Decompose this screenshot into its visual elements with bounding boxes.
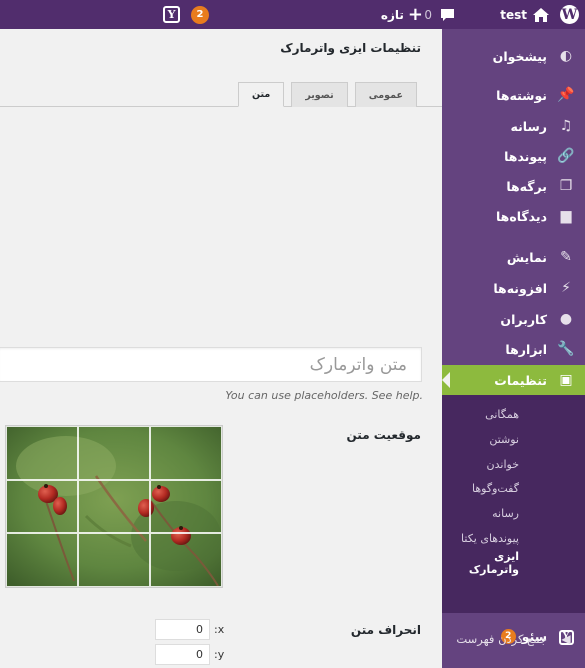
plugins-icon: ⚡: [561, 280, 571, 296]
position-middle-center[interactable]: [78, 479, 150, 534]
position-top-center[interactable]: [78, 426, 150, 480]
sidebar-item-label: پیشخوان: [492, 48, 547, 64]
plus-icon: +: [407, 4, 423, 25]
users-icon: ●: [559, 311, 573, 327]
wordpress-icon: W: [560, 5, 579, 24]
media-icon: ♫: [559, 118, 573, 134]
link-icon: 🔗: [557, 148, 575, 164]
main-content: تنظیمات ایزی واترمارک عمومی تصویر متن مت…: [0, 29, 442, 668]
updates-link[interactable]: 2: [191, 0, 209, 29]
position-middle-left[interactable]: [150, 479, 222, 534]
offset-y-row: 0 :y: [0, 643, 224, 665]
position-bottom-right[interactable]: [6, 533, 78, 587]
offset-y-label: :y: [214, 647, 225, 661]
submenu-item-media[interactable]: رسانه: [442, 501, 585, 525]
sidebar-item-settings[interactable]: ▣ تنظیمات: [442, 365, 585, 395]
sidebar-item-tools[interactable]: 🔧 ابزارها: [442, 334, 585, 364]
position-preview-image: [5, 425, 223, 588]
offset-x-label: :x: [214, 622, 225, 636]
sidebar-item-label: نمایش: [506, 249, 547, 265]
offset-x-row: 0 :x: [0, 618, 224, 640]
sidebar-item-label: افزونه‌ها: [493, 280, 547, 296]
placeholder-help-text: You can use placeholders. See help.: [225, 389, 423, 402]
sidebar-item-media[interactable]: ♫ رسانه: [442, 111, 585, 141]
wordpress-logo-button[interactable]: W: [559, 0, 579, 29]
text-position-label: موقعیت متن: [346, 428, 422, 442]
yoast-seo-button[interactable]: Y: [163, 0, 180, 29]
site-name: test: [500, 7, 527, 22]
text-offset-label: انحراف متن: [350, 623, 421, 637]
position-top-right[interactable]: [6, 426, 78, 480]
position-bottom-left[interactable]: [150, 533, 222, 587]
sidebar-item-label: تنظیمات: [494, 372, 547, 388]
comments-icon: ▆: [560, 208, 572, 224]
pin-icon: 📌: [557, 87, 575, 103]
admin-bar: W test 0 + تازه 2 Y: [0, 0, 585, 29]
sidebar-item-label: کاربران: [500, 311, 547, 327]
sidebar-item-label: رسانه: [510, 118, 547, 134]
tab-image[interactable]: تصویر: [291, 82, 348, 107]
comment-icon: [441, 8, 454, 21]
page-title: تنظیمات ایزی واترمارک: [280, 41, 421, 55]
tab-text[interactable]: متن: [238, 82, 285, 107]
comments-link[interactable]: 0: [424, 0, 455, 29]
sidebar-item-dashboard[interactable]: ◐ پیشخوان: [442, 41, 585, 71]
sidebar-item-users[interactable]: ● کاربران: [442, 304, 585, 334]
dashboard-icon: ◐: [559, 48, 573, 64]
sidebar-item-pages[interactable]: ❐ برگه‌ها: [442, 171, 585, 201]
sidebar-item-label: پیوندها: [504, 148, 547, 164]
collapse-menu-item[interactable]: ◀ جمع کردن فهرست: [442, 624, 585, 654]
settings-tabs: عمومی تصویر متن: [231, 82, 417, 107]
tab-general[interactable]: عمومی: [354, 82, 417, 107]
position-grid: [6, 426, 222, 587]
submenu-item-easy-watermark[interactable]: ایزی واترمارک: [442, 550, 585, 576]
comments-count: 0: [424, 7, 432, 22]
settings-submenu: همگانی نوشتن خواندن گفت‌وگوها رسانه پیون…: [442, 395, 585, 613]
sidebar-item-label: ابزارها: [505, 341, 547, 357]
home-icon: [533, 7, 549, 22]
sidebar-item-label: دیدگاه‌ها: [495, 208, 547, 224]
position-top-left[interactable]: [150, 426, 222, 480]
sidebar-item-plugins[interactable]: ⚡ افزونه‌ها: [442, 273, 585, 303]
collapse-arrow-icon: ◀: [561, 632, 571, 646]
position-middle-right[interactable]: [6, 479, 78, 534]
submenu-item-permalinks[interactable]: پیوندهای یکتا: [442, 526, 585, 550]
settings-icon: ▣: [559, 372, 573, 388]
new-label: تازه: [380, 7, 404, 22]
watermark-text-input[interactable]: متن واترمارک: [0, 347, 422, 382]
new-content-button[interactable]: + تازه: [381, 0, 423, 29]
offset-x-input[interactable]: 0: [155, 618, 210, 640]
tools-icon: 🔧: [557, 341, 575, 357]
submenu-item-writing[interactable]: نوشتن: [442, 427, 585, 451]
position-bottom-center[interactable]: [78, 533, 150, 587]
sidebar-item-posts[interactable]: 📌 نوشته‌ها: [442, 80, 585, 110]
yoast-icon: Y: [163, 6, 180, 23]
admin-sidebar: ◐ پیشخوان 📌 نوشته‌ها ♫ رسانه 🔗 پیوندها ❐…: [442, 29, 585, 668]
collapse-menu-label: جمع کردن فهرست: [456, 632, 547, 646]
sidebar-item-label: نوشته‌ها: [496, 87, 547, 103]
appearance-icon: ✎: [560, 249, 572, 265]
offset-y-input[interactable]: 0: [155, 643, 210, 665]
sidebar-item-appearance[interactable]: ✎ نمایش: [442, 242, 585, 272]
sidebar-item-comments[interactable]: ▆ دیدگاه‌ها: [442, 201, 585, 231]
pages-icon: ❐: [559, 178, 573, 194]
sidebar-item-label: برگه‌ها: [506, 178, 547, 194]
sidebar-item-links[interactable]: 🔗 پیوندها: [442, 141, 585, 171]
updates-badge: 2: [191, 5, 209, 24]
submenu-item-discussion[interactable]: گفت‌وگوها: [442, 476, 585, 500]
submenu-item-reading[interactable]: خواندن: [442, 452, 585, 476]
submenu-item-general[interactable]: همگانی: [442, 402, 585, 426]
site-name-link[interactable]: test: [500, 0, 549, 29]
